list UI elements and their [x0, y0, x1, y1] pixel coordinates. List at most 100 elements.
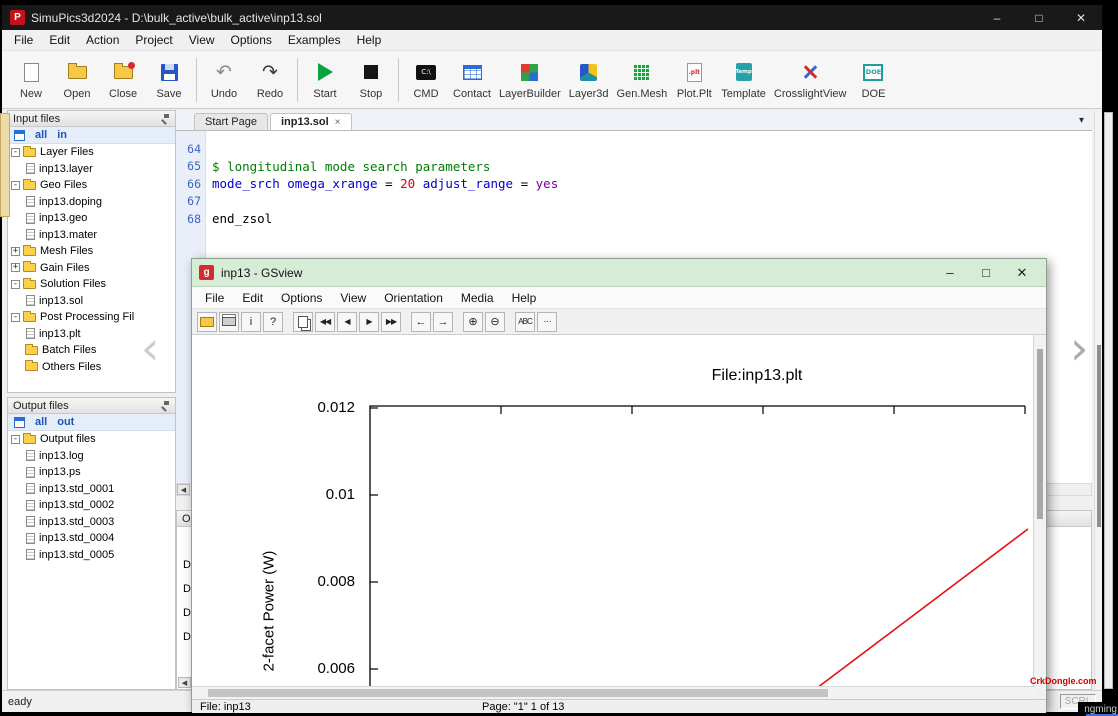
tree-item-inp13-std-0001[interactable]: inp13.std_0001 — [8, 481, 175, 498]
toolbar-start-button[interactable]: Start — [302, 57, 348, 102]
gsview-horizontal-scrollbar[interactable] — [192, 686, 1035, 699]
menu-help[interactable]: Help — [349, 33, 390, 47]
scroll-left-icon[interactable]: ◀ — [178, 677, 191, 688]
nav-left-chevron-icon[interactable]: ‹ — [141, 325, 159, 371]
toolbar-layer3d-button[interactable]: Layer3d — [565, 57, 613, 102]
tree-item-inp13-std-0005[interactable]: inp13.std_0005 — [8, 547, 175, 564]
print-button[interactable] — [219, 312, 239, 332]
menu-file[interactable]: File — [6, 33, 41, 47]
gsview-close-button[interactable]: ✕ — [1004, 261, 1040, 285]
tree-item-layer-files[interactable]: -Layer Files — [8, 144, 175, 161]
tree-item-output-files[interactable]: -Output files — [8, 431, 175, 448]
pin-icon[interactable] — [161, 401, 170, 410]
tree-item-inp13-ps[interactable]: inp13.ps — [8, 464, 175, 481]
menu-options[interactable]: Options — [223, 33, 280, 47]
gsview-menu-orientation[interactable]: Orientation — [375, 291, 452, 305]
menu-view[interactable]: View — [181, 33, 223, 47]
toolbar-contact-button[interactable]: Contact — [449, 57, 495, 102]
tab-close-icon[interactable]: × — [335, 117, 341, 128]
scrollbar-thumb[interactable] — [1037, 349, 1043, 519]
collapse-icon[interactable]: - — [11, 181, 20, 190]
gsview-menu-options[interactable]: Options — [272, 291, 331, 305]
collapse-icon[interactable]: - — [11, 280, 20, 289]
toolbar-layerbuilder-button[interactable]: LayerBuilder — [495, 57, 565, 102]
open-button[interactable] — [197, 312, 217, 332]
text-extract-button[interactable]: ABC — [515, 312, 535, 332]
tree-item-inp13-doping[interactable]: inp13.doping — [8, 194, 175, 211]
minimize-button[interactable]: – — [976, 5, 1018, 30]
expand-icon[interactable]: + — [11, 247, 20, 256]
tree-item-inp13-std-0004[interactable]: inp13.std_0004 — [8, 530, 175, 547]
toolbar-new-button[interactable]: New — [8, 57, 54, 102]
output-filter-all[interactable]: all — [35, 416, 47, 428]
forward-button[interactable]: → — [433, 312, 453, 332]
back-button[interactable]: ← — [411, 312, 431, 332]
tree-item-mesh-files[interactable]: +Mesh Files — [8, 243, 175, 260]
next-page-button[interactable]: ▶ — [359, 312, 379, 332]
toolbar-template-button[interactable]: TempTemplate — [717, 57, 770, 102]
menu-action[interactable]: Action — [78, 33, 127, 47]
tree-item-inp13-log[interactable]: inp13.log — [8, 448, 175, 465]
tab-start-page[interactable]: Start Page — [194, 113, 268, 130]
tab-inp13-sol[interactable]: inp13.sol× — [270, 113, 352, 130]
help-button[interactable]: ? — [263, 312, 283, 332]
gsview-vertical-scrollbar[interactable] — [1033, 335, 1046, 686]
gsview-menu-view[interactable]: View — [331, 291, 375, 305]
toolbar-gen-mesh-button[interactable]: Gen.Mesh — [613, 57, 672, 102]
gsview-minimize-button[interactable]: – — [932, 261, 968, 285]
input-filter-all[interactable]: all — [35, 129, 47, 141]
tree-item-gain-files[interactable]: +Gain Files — [8, 260, 175, 277]
gsview-maximize-button[interactable]: □ — [968, 261, 1004, 285]
gsview-menu-edit[interactable]: Edit — [233, 291, 272, 305]
collapse-icon[interactable]: - — [11, 313, 20, 322]
menu-edit[interactable]: Edit — [41, 33, 78, 47]
expand-icon[interactable]: + — [11, 263, 20, 272]
first-page-button[interactable]: ◀◀ — [315, 312, 335, 332]
nav-right-chevron-icon[interactable]: › — [1070, 325, 1088, 371]
last-page-button[interactable]: ▶▶ — [381, 312, 401, 332]
pin-icon[interactable] — [161, 114, 170, 123]
tree-item-inp13-mater[interactable]: inp13.mater — [8, 227, 175, 244]
toolbar-plot-plt-button[interactable]: .pltPlot.Plt — [671, 57, 717, 102]
right-docked-strip[interactable] — [1104, 112, 1113, 689]
gsview-menu-help[interactable]: Help — [503, 291, 546, 305]
gsview-menu-media[interactable]: Media — [452, 291, 503, 305]
collapse-icon[interactable]: - — [11, 148, 20, 157]
input-filter-in[interactable]: in — [57, 129, 67, 141]
menu-examples[interactable]: Examples — [280, 33, 349, 47]
prev-page-button[interactable]: ◀ — [337, 312, 357, 332]
zoom-out-button[interactable]: ⊖ — [485, 312, 505, 332]
tree-item-inp13-sol[interactable]: inp13.sol — [8, 293, 175, 310]
left-docked-tab[interactable] — [0, 113, 10, 217]
collapse-icon[interactable]: - — [11, 435, 20, 444]
info-button[interactable]: i — [241, 312, 261, 332]
toolbar-stop-button[interactable]: Stop — [348, 57, 394, 102]
scroll-left-icon[interactable]: ◀ — [177, 484, 190, 495]
tree-item-geo-files[interactable]: -Geo Files — [8, 177, 175, 194]
tree-item-inp13-std-0003[interactable]: inp13.std_0003 — [8, 514, 175, 531]
close-button[interactable]: ✕ — [1060, 5, 1102, 30]
tab-list-dropdown-icon[interactable]: ▾ — [1079, 115, 1084, 126]
tree-item-inp13-geo[interactable]: inp13.geo — [8, 210, 175, 227]
tree-item-inp13-std-0002[interactable]: inp13.std_0002 — [8, 497, 175, 514]
toolbar-doe-button[interactable]: DOEDOE — [850, 57, 896, 102]
zoom-in-button[interactable]: ⊕ — [463, 312, 483, 332]
toolbar-close-button[interactable]: Close — [100, 57, 146, 102]
output-filter-out[interactable]: out — [57, 416, 74, 428]
tree-item-inp13-layer[interactable]: inp13.layer — [8, 161, 175, 178]
dots-view-button[interactable]: ⋯ — [537, 312, 557, 332]
editor-vertical-scrollbar[interactable] — [1094, 111, 1102, 690]
tree-item-solution-files[interactable]: -Solution Files — [8, 276, 175, 293]
scrollbar-thumb[interactable] — [208, 689, 828, 697]
toolbar-cmd-button[interactable]: C:\CMD — [403, 57, 449, 102]
maximize-button[interactable]: □ — [1018, 5, 1060, 30]
gsview-title-bar[interactable]: g inp13 - GSview –□✕ — [192, 259, 1046, 287]
toolbar-redo-button[interactable]: ↷Redo — [247, 57, 293, 102]
toolbar-open-button[interactable]: Open — [54, 57, 100, 102]
gsview-menu-file[interactable]: File — [196, 291, 233, 305]
pages-button[interactable] — [293, 312, 313, 332]
scrollbar-thumb[interactable] — [1097, 345, 1101, 527]
menu-project[interactable]: Project — [127, 33, 180, 47]
toolbar-undo-button[interactable]: ↶Undo — [201, 57, 247, 102]
toolbar-crosslightview-button[interactable]: CrosslightView — [770, 57, 851, 102]
